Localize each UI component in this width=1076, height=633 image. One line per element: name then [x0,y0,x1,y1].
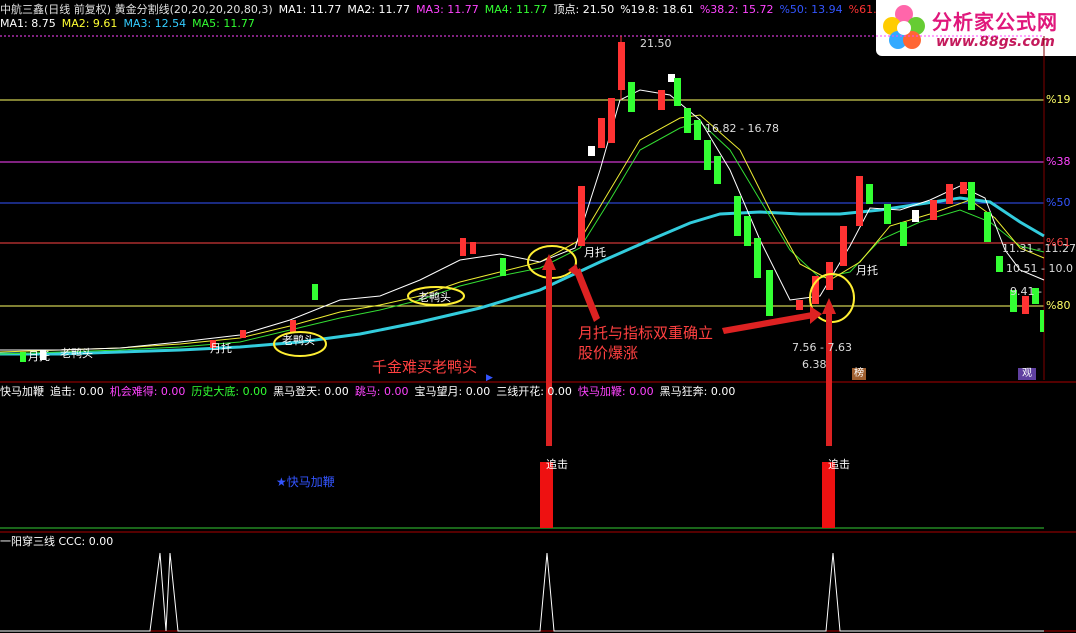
price-label-low2: 6.38 [802,358,827,371]
arrow-2-shaft [826,306,832,446]
indicator-panel-labels: 快马加鞭 追击: 0.00 机会难得: 0.00 历史大底: 0.00 黑马登天: 0.… [0,384,741,400]
indicator-label-2: 机会难得: 0.00 [109,385,186,398]
fib-label-80: %80 [1046,299,1071,312]
price-label-mid: 16.82 - 16.78 [705,122,779,135]
fib-label-61: %61 [1046,236,1071,249]
scroll-marker-icon: ▶ [486,373,493,383]
candlesticks [20,36,1044,362]
price-label-top: 21.50 [640,37,672,50]
indicator-label-3: 历史大底: 0.00 [191,385,268,398]
kline-chart[interactable]: ▶ [0,0,1076,633]
ma-green-line [0,121,1045,355]
signal-yuetuo-2: 月托 [210,342,232,355]
ma-yellow-line [0,114,1045,353]
indicator-label-7: 三线开花: 0.00 [496,385,572,398]
ccc-spikes [0,552,1044,632]
annotation-note2-line2: 股价爆涨 [578,344,639,362]
indicator-label-0: 快马加鞭 [0,385,44,398]
indicator-label-6: 宝马望月: 0.00 [414,385,491,398]
fib-label-19: %19 [1046,93,1071,106]
signal-yuetuo-1: 月托 [28,350,50,363]
indicator-label-9: 黑马狂奔: 0.00 [659,385,736,398]
price-label-low1: 7.56 - 7.63 [792,341,852,354]
indicator-label-4: 黑马登天: 0.00 [273,385,349,398]
arrow-1-shaft [546,262,552,446]
price-label-r3: 9.41 - [1010,285,1042,298]
signal-yuetuo-4: 月托 [856,264,878,277]
signal-laoyatou-3: 老鸭头 [418,291,451,304]
indicator-label-1: 追击: 0.00 [50,385,104,398]
annotation-laoyatou: 千金难买老鸭头 [372,358,478,376]
bar-label-2: 追击 [828,458,850,471]
annotation-note2-line1: 月托与指标双重确立 [578,324,714,342]
fib-label-50: %50 [1046,196,1071,209]
indicator-label-8: 快马加鞭: 0.00 [577,385,654,398]
signal-guan: 观 [1018,368,1036,380]
bar-label-1: 追击 [546,458,568,471]
signal-yuetuo-3: 月托 [584,246,606,259]
star-label: ★快马加鞭 [276,475,335,489]
indicator-label-5: 跳马: 0.00 [354,385,409,398]
ccc-label: 一阳穿三线 CCC: 0.00 [0,535,114,548]
price-label-r2: 10.51 - 10.0 [1006,262,1073,275]
signal-laoyatou-1: 老鸭头 [60,347,93,360]
fib-label-38: %38 [1046,155,1071,168]
signal-bang: 榜 [852,368,866,380]
signal-laoyatou-2: 老鸭头 [282,334,315,347]
